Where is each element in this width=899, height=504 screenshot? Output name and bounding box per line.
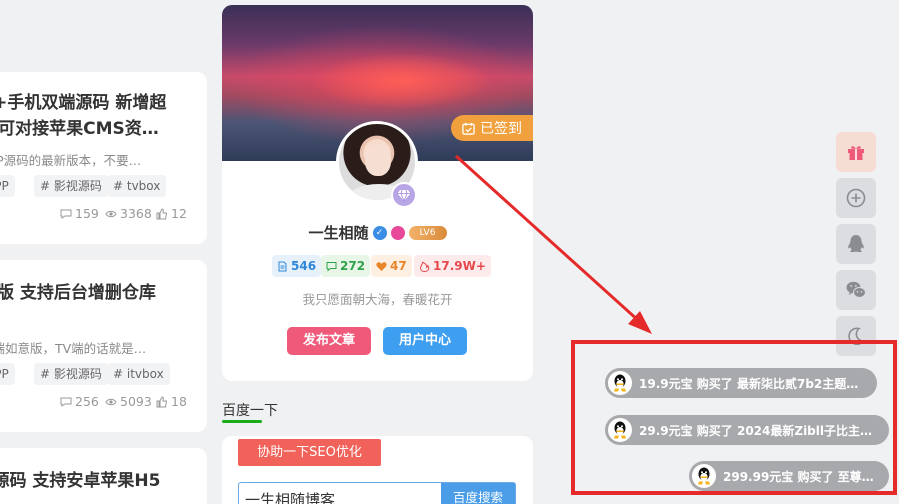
add-button[interactable] — [836, 178, 876, 218]
post-tag[interactable]: # tvbox — [107, 175, 167, 197]
post-title-line2[interactable]: g 可对接苹果CMS资… — [0, 116, 159, 142]
post-card-3[interactable]: P源码 支持安卓苹果H5 — [0, 448, 207, 504]
post-count-badge[interactable]: 546 — [272, 255, 322, 277]
qq-button[interactable] — [836, 224, 876, 264]
search-widget: 协助一下SEO优化 一生相随博客 百度搜索 — [222, 436, 533, 504]
user-signature: 我只愿面朝大海，春暖花开 — [302, 292, 453, 307]
post-title-line1[interactable]: P源码 支持安卓苹果H5 — [0, 468, 160, 494]
add-circle-icon — [846, 188, 866, 208]
heart-icon — [376, 261, 387, 271]
diamond-icon — [391, 182, 417, 208]
signed-in-badge[interactable]: 已签到 — [451, 115, 533, 141]
comment-icon — [60, 209, 72, 219]
hot-count-badge[interactable]: 17.9W+ — [414, 255, 491, 277]
post-excerpt: APP源码的最新版本，不要… — [0, 153, 142, 168]
eye-icon — [105, 210, 117, 217]
like-count: 12 — [156, 206, 187, 221]
wechat-icon — [846, 281, 866, 298]
user-profile-card: 已签到 一生相随 ✓ LV6 546 272 47 17.9W+ 我只愿面朝大海… — [222, 5, 533, 381]
level-badge: LV6 — [408, 225, 447, 240]
hot-count: 17.9W+ — [433, 259, 486, 273]
view-count-value: 5093 — [120, 394, 152, 409]
post-tag[interactable]: # 影视源码 — [34, 175, 108, 197]
user-center-button[interactable]: 用户中心 — [383, 327, 467, 355]
verified-icon: ✓ — [372, 225, 387, 240]
qq-avatar-icon — [607, 370, 633, 396]
like-count-value: 18 — [171, 394, 187, 409]
qq-icon — [848, 235, 864, 253]
comment-count-value: 159 — [75, 206, 99, 221]
document-icon — [278, 261, 287, 271]
notification-text: 19.9元宝 购买了 最新柒比贰7b2主题开… — [639, 376, 871, 391]
search-widget-title: 百度一下 — [222, 403, 278, 419]
medal-icon — [390, 225, 405, 240]
post-tag[interactable]: APP — [0, 175, 15, 197]
post-tag[interactable]: # 影视源码 — [34, 363, 108, 385]
purchase-notification[interactable]: 299.99元宝 购买了 至尊会员 — [689, 461, 889, 491]
comment-icon — [326, 261, 337, 272]
comment-icon — [60, 397, 72, 407]
qq-avatar-icon — [607, 417, 633, 443]
qq-avatar-icon — [691, 463, 717, 489]
search-input[interactable]: 一生相随博客 百度搜索 — [238, 482, 516, 504]
comment-count-total: 272 — [340, 259, 366, 273]
search-input-value[interactable]: 一生相随博客 — [245, 489, 335, 504]
like-count-total: 47 — [390, 259, 407, 273]
view-count: 3368 — [105, 206, 152, 221]
post-card-1[interactable]: V+手机双端源码 新增超 g 可对接苹果CMS资… APP源码的最新版本，不要…… — [0, 72, 207, 244]
baidu-search-button[interactable]: 百度搜索 — [441, 483, 515, 504]
comment-count: 159 — [60, 206, 99, 221]
gift-icon — [848, 146, 864, 160]
like-count: 18 — [156, 394, 187, 409]
view-count: 5093 — [105, 394, 152, 409]
wechat-button[interactable] — [836, 270, 876, 310]
post-tag[interactable]: APP — [0, 363, 15, 385]
fire-icon — [419, 260, 430, 272]
view-count-value: 3368 — [120, 206, 152, 221]
publish-article-button[interactable]: 发布文章 — [287, 327, 371, 355]
username[interactable]: 一生相随 — [308, 222, 368, 243]
thumb-up-icon — [156, 395, 168, 407]
eye-icon — [105, 398, 117, 405]
purchase-notification[interactable]: 29.9元宝 购买了 2024最新Zibll子比主题… — [605, 415, 889, 445]
post-card-2[interactable]: 意版 支持后台增删仓库 后端如意版，TV端的话就是… APP # 影视源码 # … — [0, 260, 207, 432]
notification-text: 29.9元宝 购买了 2024最新Zibll子比主题… — [639, 423, 884, 438]
comment-count: 256 — [60, 394, 99, 409]
comment-count-badge[interactable]: 272 — [321, 255, 371, 277]
notification-text: 299.99元宝 购买了 至尊会员 — [723, 469, 886, 484]
post-count: 546 — [291, 259, 317, 273]
purchase-notification[interactable]: 19.9元宝 购买了 最新柒比贰7b2主题开… — [605, 368, 877, 398]
post-title-line1[interactable]: V+手机双端源码 新增超 — [0, 90, 166, 116]
comment-count-value: 256 — [75, 394, 99, 409]
like-count-badge[interactable]: 47 — [371, 255, 412, 277]
title-underline — [222, 420, 262, 423]
post-title-line1[interactable]: 意版 支持后台增删仓库 — [0, 280, 156, 306]
thumb-up-icon — [156, 207, 168, 219]
calendar-check-icon — [462, 122, 475, 135]
username-row: 一生相随 ✓ LV6 — [222, 222, 533, 243]
seo-help-label: 协助一下SEO优化 — [238, 439, 381, 466]
like-count-value: 12 — [171, 206, 187, 221]
post-excerpt: 后端如意版，TV端的话就是… — [0, 341, 147, 356]
post-tag[interactable]: # itvbox — [107, 363, 170, 385]
signed-in-label: 已签到 — [480, 121, 522, 137]
gift-button[interactable] — [836, 132, 876, 172]
